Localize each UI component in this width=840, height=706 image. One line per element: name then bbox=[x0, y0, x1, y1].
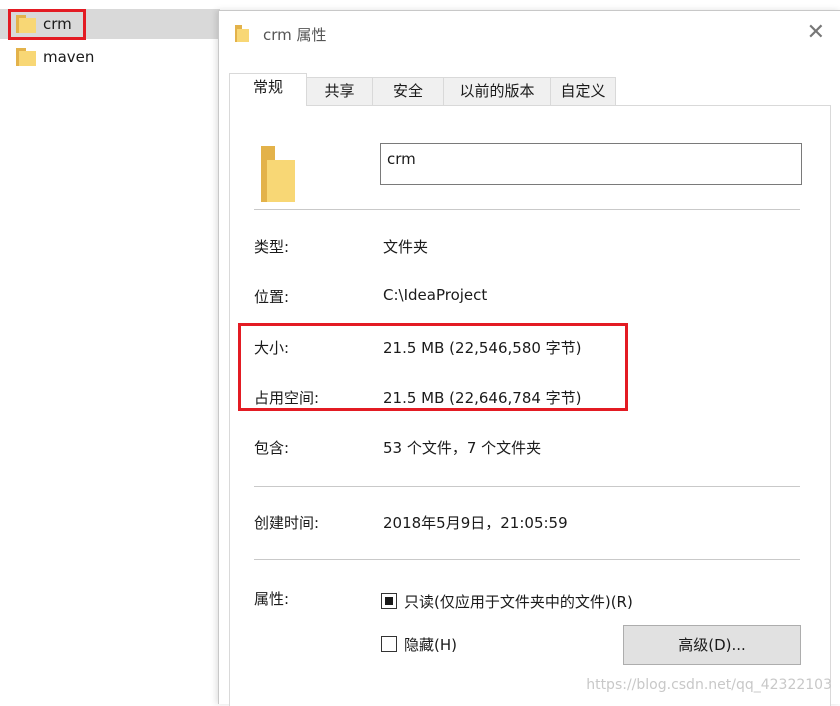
readonly-checkbox[interactable] bbox=[381, 593, 397, 609]
divider bbox=[254, 209, 800, 210]
tab-customize[interactable]: 自定义 bbox=[550, 77, 616, 105]
folder-icon bbox=[16, 48, 36, 66]
tab-security[interactable]: 安全 bbox=[372, 77, 444, 105]
advanced-button[interactable]: 高级(D)... bbox=[623, 625, 801, 665]
tab-sharing[interactable]: 共享 bbox=[306, 77, 373, 105]
divider bbox=[254, 559, 800, 560]
size-value: 21.5 MB (22,546,580 字节) bbox=[383, 339, 582, 357]
type-label: 类型: bbox=[254, 238, 290, 256]
hidden-checkbox[interactable] bbox=[381, 636, 397, 652]
disk-size-value: 21.5 MB (22,646,784 字节) bbox=[383, 389, 582, 407]
readonly-label[interactable]: 只读(仅应用于文件夹中的文件)(R) bbox=[404, 591, 633, 612]
folder-icon bbox=[261, 146, 295, 202]
created-label: 创建时间: bbox=[254, 514, 320, 532]
contains-label: 包含: bbox=[254, 439, 290, 457]
type-value: 文件夹 bbox=[383, 238, 429, 256]
title-bar[interactable]: crm 属性 ✕ bbox=[219, 11, 840, 55]
tab-general[interactable]: 常规 bbox=[229, 73, 307, 106]
tab-previous-versions[interactable]: 以前的版本 bbox=[443, 77, 551, 105]
highlight-box bbox=[8, 9, 86, 40]
size-label: 大小: bbox=[254, 339, 290, 357]
close-icon[interactable]: ✕ bbox=[807, 20, 825, 45]
folder-name-field[interactable]: crm bbox=[380, 143, 802, 185]
file-item-label: maven bbox=[43, 48, 95, 66]
file-explorer-list: crm maven bbox=[0, 0, 220, 703]
attributes-label: 属性: bbox=[254, 590, 290, 608]
dialog-title: crm 属性 bbox=[263, 26, 327, 44]
properties-dialog: crm 属性 ✕ 常规 共享 安全 以前的版本 自定义 crm 类型: 文件夹 … bbox=[218, 10, 840, 706]
location-value: C:\IdeaProject bbox=[383, 286, 488, 304]
contains-value: 53 个文件，7 个文件夹 bbox=[383, 439, 542, 457]
disk-size-label: 占用空间: bbox=[254, 389, 320, 407]
folder-icon bbox=[235, 25, 249, 42]
watermark-text: https://blog.csdn.net/qq_42322103 bbox=[586, 677, 832, 693]
divider bbox=[254, 486, 800, 487]
file-item-maven[interactable]: maven bbox=[0, 42, 220, 72]
location-label: 位置: bbox=[254, 288, 290, 306]
general-panel: crm 类型: 文件夹 位置: C:\IdeaProject 大小: 21.5 … bbox=[229, 105, 831, 706]
created-value: 2018年5月9日，21:05:59 bbox=[383, 514, 568, 532]
hidden-label[interactable]: 隐藏(H) bbox=[404, 634, 457, 655]
